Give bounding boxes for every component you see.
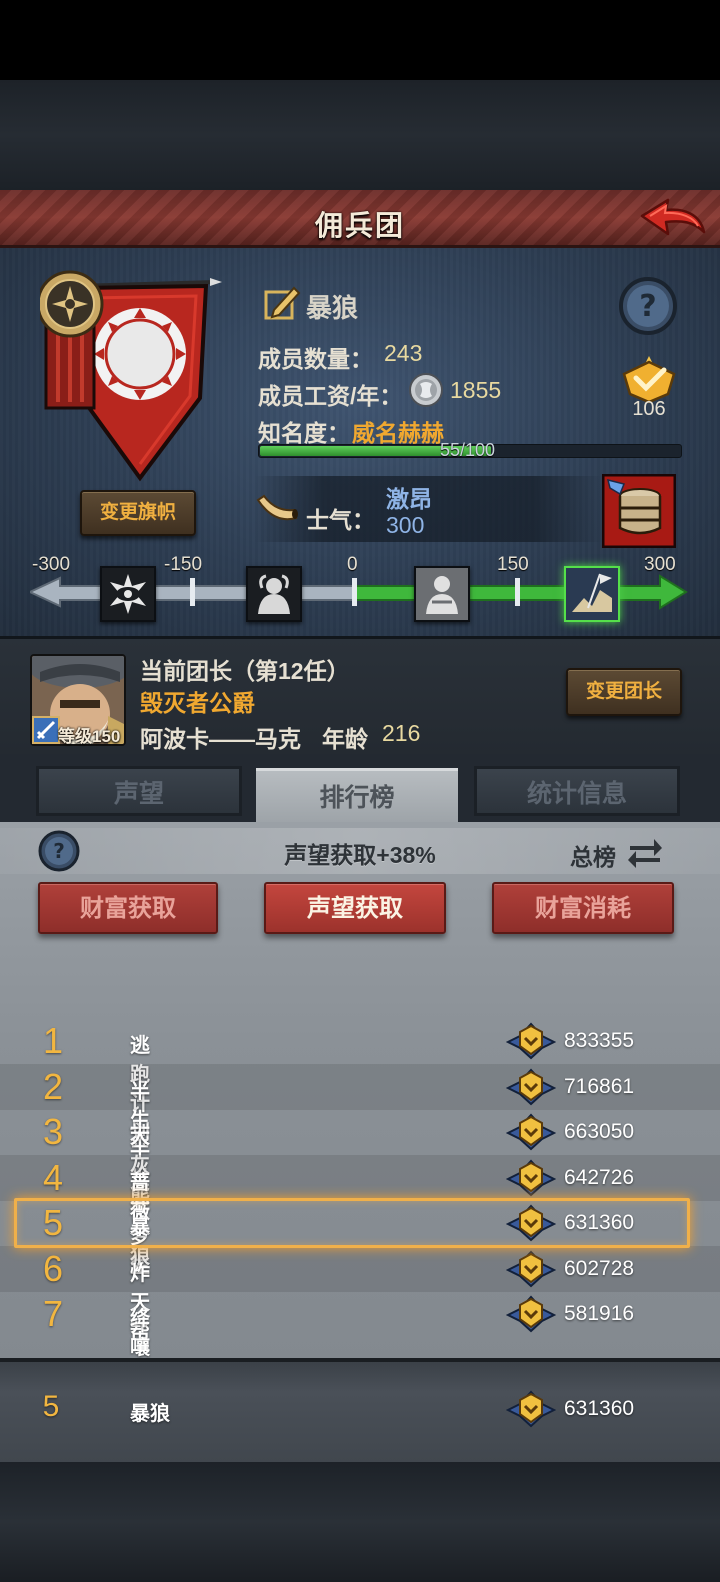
fame-progress-text: 55/100 bbox=[440, 440, 496, 460]
change-flag-button[interactable]: 变更旗帜 bbox=[80, 490, 196, 536]
guild-banner bbox=[36, 268, 230, 488]
silver-coin-icon bbox=[408, 372, 444, 408]
morale-state: 激昂 bbox=[386, 486, 432, 512]
leader-age-label: 年龄 bbox=[322, 726, 368, 752]
swap-icon[interactable] bbox=[626, 834, 664, 870]
rank-number: 6 bbox=[42, 1248, 64, 1289]
supply-barrel-button[interactable] bbox=[601, 473, 677, 549]
background-frame-bottom bbox=[0, 1462, 720, 1582]
morale-label: 士气： bbox=[306, 507, 375, 533]
guild-name: 暴狼 bbox=[306, 293, 359, 323]
rank-score: 833355 bbox=[564, 1029, 635, 1052]
total-ranking-label[interactable]: 总榜 bbox=[570, 838, 616, 872]
horn-icon bbox=[256, 494, 298, 526]
my-rank-number: 5 bbox=[42, 1390, 60, 1423]
my-rank-name: 暴狼 bbox=[130, 1403, 170, 1425]
my-rank-score: 631360 bbox=[564, 1397, 635, 1420]
fame-label: 知名度： bbox=[258, 420, 350, 446]
reputation-icon bbox=[505, 1113, 557, 1151]
wealth-gain-button[interactable]: 财富获取 bbox=[38, 882, 218, 934]
morale-tick-label: 300 bbox=[644, 554, 676, 575]
morale-value: 300 bbox=[386, 512, 425, 538]
rank-number: 2 bbox=[42, 1066, 64, 1107]
reputation-icon bbox=[505, 1390, 557, 1428]
leader-age: 216 bbox=[382, 720, 421, 746]
morale-tick-label: -150 bbox=[164, 554, 203, 575]
morale-tick-label: 150 bbox=[497, 554, 529, 575]
page-title: 佣兵团 bbox=[314, 210, 405, 241]
tab-statistics[interactable]: 统计信息 bbox=[474, 766, 680, 816]
help-button[interactable]: ? bbox=[618, 276, 678, 336]
edit-name-button[interactable] bbox=[262, 282, 302, 322]
rank-score: 581916 bbox=[564, 1302, 635, 1325]
back-arrow-icon bbox=[640, 198, 706, 236]
background-frame-top bbox=[0, 80, 720, 190]
reputation-badge-count: 106 bbox=[632, 398, 666, 420]
leader-level: 等级150 bbox=[58, 727, 121, 746]
morale-level-calm-icon[interactable] bbox=[414, 566, 470, 622]
rank-score: 642726 bbox=[564, 1166, 635, 1189]
reputation-icon bbox=[505, 1295, 557, 1333]
rank-number: 1 bbox=[42, 1020, 64, 1061]
header-banner: 佣兵团 bbox=[0, 190, 720, 248]
reputation-badge-icon[interactable] bbox=[618, 354, 680, 404]
rank-number: 4 bbox=[42, 1157, 64, 1198]
morale-level-excited-icon[interactable] bbox=[564, 566, 620, 622]
morale-tick-label: 0 bbox=[347, 554, 358, 575]
reputation-icon bbox=[505, 1068, 557, 1106]
members-label: 成员数量： bbox=[258, 346, 373, 372]
members-value: 243 bbox=[384, 340, 423, 366]
fame-gain-button[interactable]: 声望获取 bbox=[264, 882, 446, 934]
question-mark-icon: ? bbox=[619, 277, 677, 335]
rank-score: 716861 bbox=[564, 1075, 635, 1098]
change-leader-button[interactable]: 变更团长 bbox=[566, 668, 682, 716]
svg-text:?: ? bbox=[639, 289, 656, 324]
morale-level-fear-icon[interactable] bbox=[246, 566, 302, 622]
barrel-icon bbox=[601, 473, 677, 549]
rank-score: 663050 bbox=[564, 1120, 635, 1143]
pencil-icon bbox=[264, 286, 301, 320]
reputation-icon bbox=[505, 1250, 557, 1288]
tab-leaderboard[interactable]: 排行榜 bbox=[256, 768, 458, 828]
rank-number: 7 bbox=[42, 1293, 64, 1334]
sword-icon bbox=[32, 716, 60, 744]
morale-tick-label: -300 bbox=[32, 554, 71, 575]
current-guild-highlight bbox=[14, 1198, 690, 1248]
back-button[interactable] bbox=[638, 196, 708, 242]
rank-score: 602728 bbox=[564, 1257, 635, 1280]
wealth-spend-button[interactable]: 财富消耗 bbox=[492, 882, 674, 934]
morale-level-despair-icon[interactable] bbox=[100, 566, 156, 622]
wage-label: 成员工资/年： bbox=[258, 383, 403, 409]
leader-heading: 当前团长（第12任） bbox=[140, 658, 350, 684]
fame-value: 威名赫赫 bbox=[352, 420, 444, 446]
wage-value: 1855 bbox=[450, 377, 502, 403]
guild-flag-icon bbox=[36, 270, 222, 482]
reputation-icon bbox=[505, 1159, 557, 1197]
leader-title: 毁灭者公爵 bbox=[140, 690, 255, 716]
rank-number: 3 bbox=[42, 1111, 64, 1152]
leader-name: 阿波卡——马克 bbox=[140, 726, 301, 752]
tab-reputation[interactable]: 声望 bbox=[36, 766, 242, 816]
reputation-icon bbox=[505, 1022, 557, 1060]
status-bar-area bbox=[0, 0, 720, 80]
